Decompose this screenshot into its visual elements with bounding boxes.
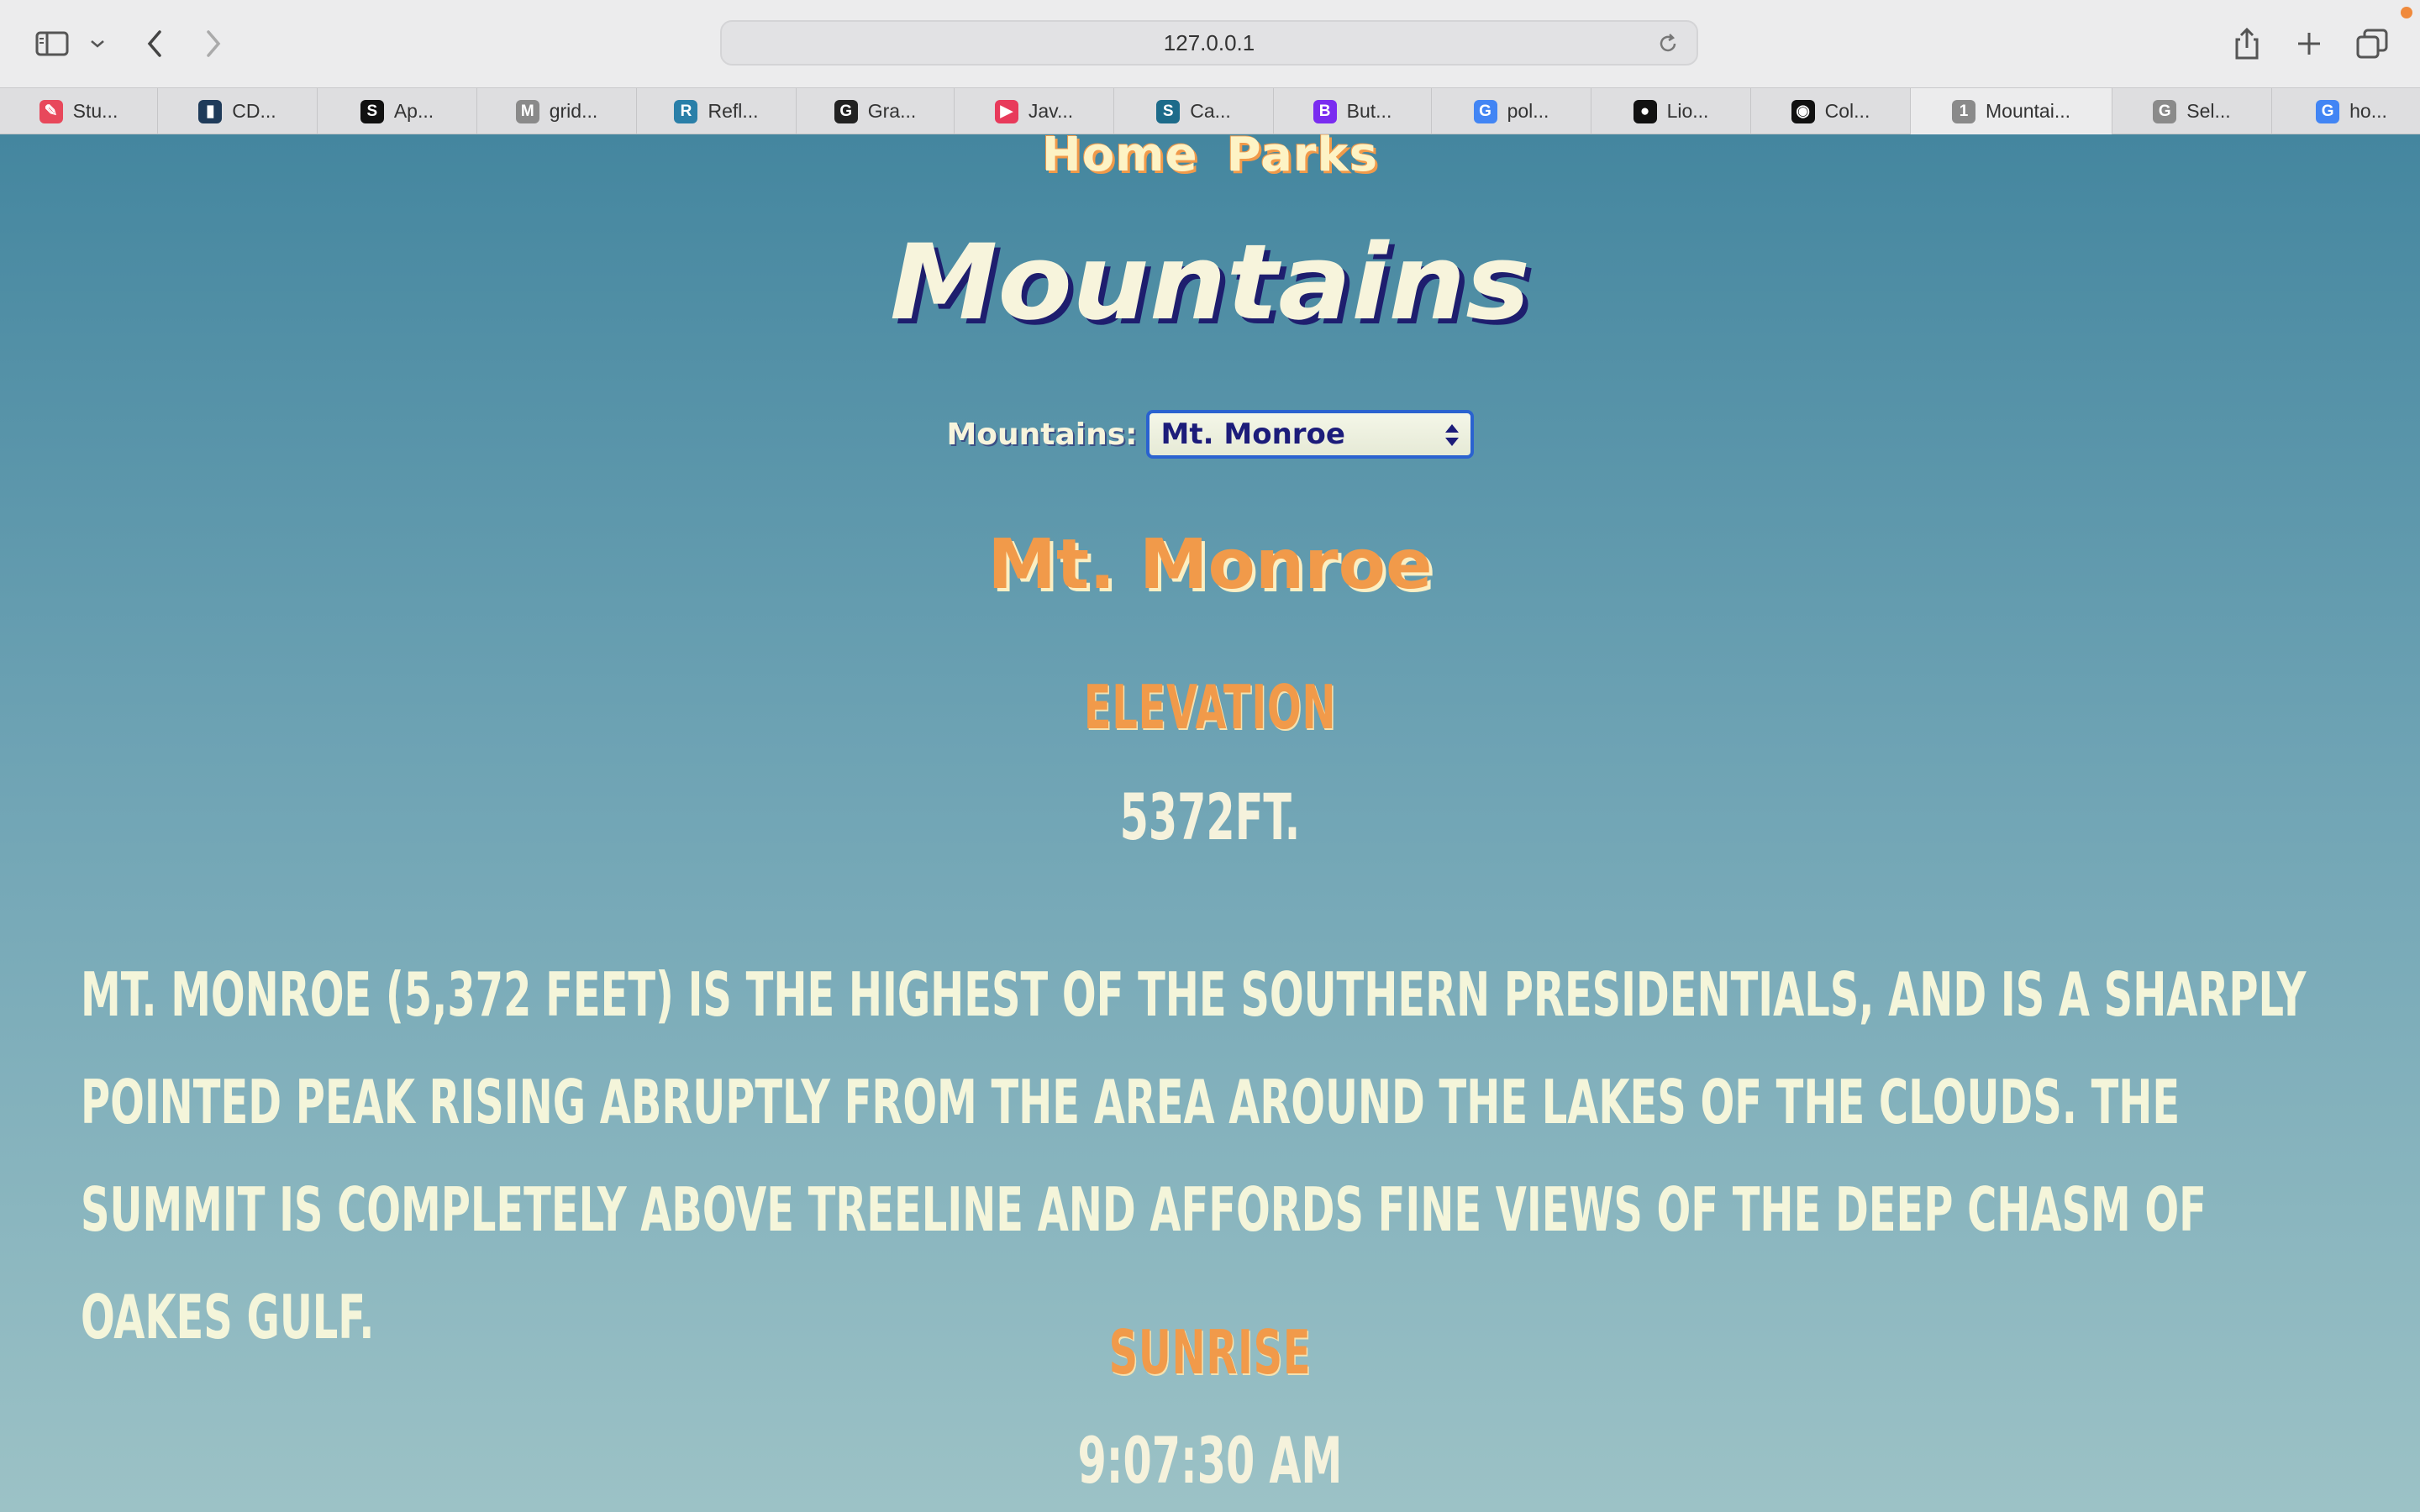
mountain-select-label: Mountains:: [946, 417, 1138, 452]
tab-label: Jav...: [1028, 100, 1074, 122]
select-arrows-icon: [1442, 420, 1462, 458]
elevation-label: ELEVATION: [1083, 672, 1337, 743]
tab-label: But...: [1346, 100, 1392, 122]
forward-arrow-icon[interactable]: [198, 20, 229, 67]
s-circle-icon: S: [1156, 99, 1181, 123]
url-text: 127.0.0.1: [1163, 29, 1255, 55]
s-logo-icon: S: [360, 99, 384, 123]
mountain-description: MT. MONROE (5,372 FEET) IS THE HIGHEST O…: [81, 959, 2307, 1352]
notification-dot: [2401, 7, 2412, 18]
tab-label: Col...: [1824, 100, 1870, 122]
page-content: Home Parks Mountains Mountains: Mt. Monr…: [0, 134, 2420, 1512]
m-letter-icon: M: [515, 99, 539, 123]
github-icon: ●: [1633, 99, 1657, 123]
tab-8[interactable]: B But...: [1274, 88, 1432, 134]
sunrise-value: 9:07:30 AM: [1077, 1423, 1343, 1498]
back-arrow-icon[interactable]: [139, 20, 170, 67]
tab-label: ho...: [2349, 100, 2387, 122]
reload-icon[interactable]: [1656, 32, 1680, 61]
number-1-icon: 1: [1952, 99, 1975, 123]
mountain-selector: Mountains: Mt. Monroe: [0, 408, 2420, 460]
tab-label: Gra...: [867, 100, 917, 122]
tab-label: Refl...: [708, 100, 759, 122]
tab-14[interactable]: Gho...: [2272, 88, 2420, 134]
address-bar[interactable]: 127.0.0.1: [720, 20, 1698, 66]
chat-bubble-icon: ✎: [39, 99, 63, 123]
chevron-down-icon[interactable]: [87, 20, 108, 67]
tab-13[interactable]: G Sel...: [2112, 88, 2272, 134]
tab-label: CD...: [232, 100, 276, 122]
cd-logo-icon: ▮: [198, 99, 223, 123]
page-title: Mountains: [890, 223, 1530, 344]
r-logo-icon: R: [674, 99, 698, 123]
elevation-value: 5372FT.: [1119, 780, 1301, 854]
tab-label: Sel...: [2186, 100, 2231, 122]
tab-label: Lio...: [1666, 100, 1709, 122]
tab-1[interactable]: ▮ CD...: [158, 88, 318, 134]
google-icon: G: [1473, 99, 1497, 123]
tab-label: grid...: [549, 100, 598, 122]
tab-5[interactable]: G Gra...: [797, 88, 955, 134]
col-logo-icon: ◉: [1791, 99, 1815, 123]
share-icon[interactable]: [2228, 20, 2265, 67]
nav-link-parks[interactable]: Parks: [1227, 134, 1379, 192]
tab-overview-icon[interactable]: [2353, 20, 2391, 67]
tab-4[interactable]: R Refl...: [637, 88, 797, 134]
new-tab-plus-icon[interactable]: [2291, 20, 2328, 67]
google-icon: G: [2316, 99, 2340, 123]
tab-7[interactable]: S Ca...: [1114, 88, 1274, 134]
tab-6[interactable]: ▶ Jav...: [955, 88, 1114, 134]
tab-3[interactable]: Mgrid...: [477, 88, 637, 134]
tab-bar: ✎ Stu... ▮ CD... S Ap... Mgrid... R Refl... G Gra.…: [0, 87, 2420, 134]
play-logo-icon: ▶: [994, 99, 1018, 123]
tab-2[interactable]: S Ap...: [318, 88, 477, 134]
tab-label: Ap...: [393, 100, 434, 122]
site-nav: Home Parks: [0, 134, 2420, 192]
tab-0[interactable]: ✎ Stu...: [0, 88, 158, 134]
tab-10[interactable]: ● Lio...: [1591, 88, 1751, 134]
g-letter-gray-icon: G: [2153, 99, 2177, 123]
tab-label: Mountai...: [1986, 100, 2070, 122]
nav-link-home[interactable]: Home: [1042, 134, 1198, 192]
b-logo-icon: B: [1313, 99, 1337, 123]
mountain-name: Mt. Monroe: [987, 525, 1433, 605]
sunrise-label: SUNRISE: [1108, 1317, 1312, 1388]
mountain-select[interactable]: Mt. Monroe: [1145, 410, 1474, 459]
tab-label: Ca...: [1190, 100, 1231, 122]
tab-11[interactable]: ◉ Col...: [1751, 88, 1911, 134]
tab-12[interactable]: 1 Mountai...: [1911, 88, 2112, 134]
tab-label: Stu...: [72, 100, 118, 122]
mountain-select-value: Mt. Monroe: [1160, 417, 1345, 451]
sidebar-toggle-icon[interactable]: [32, 20, 72, 67]
tab-9[interactable]: Gpol...: [1432, 88, 1591, 134]
tab-label: pol...: [1507, 100, 1549, 122]
browser-toolbar: 127.0.0.1: [0, 0, 2420, 87]
g-letter-icon: G: [834, 99, 858, 123]
